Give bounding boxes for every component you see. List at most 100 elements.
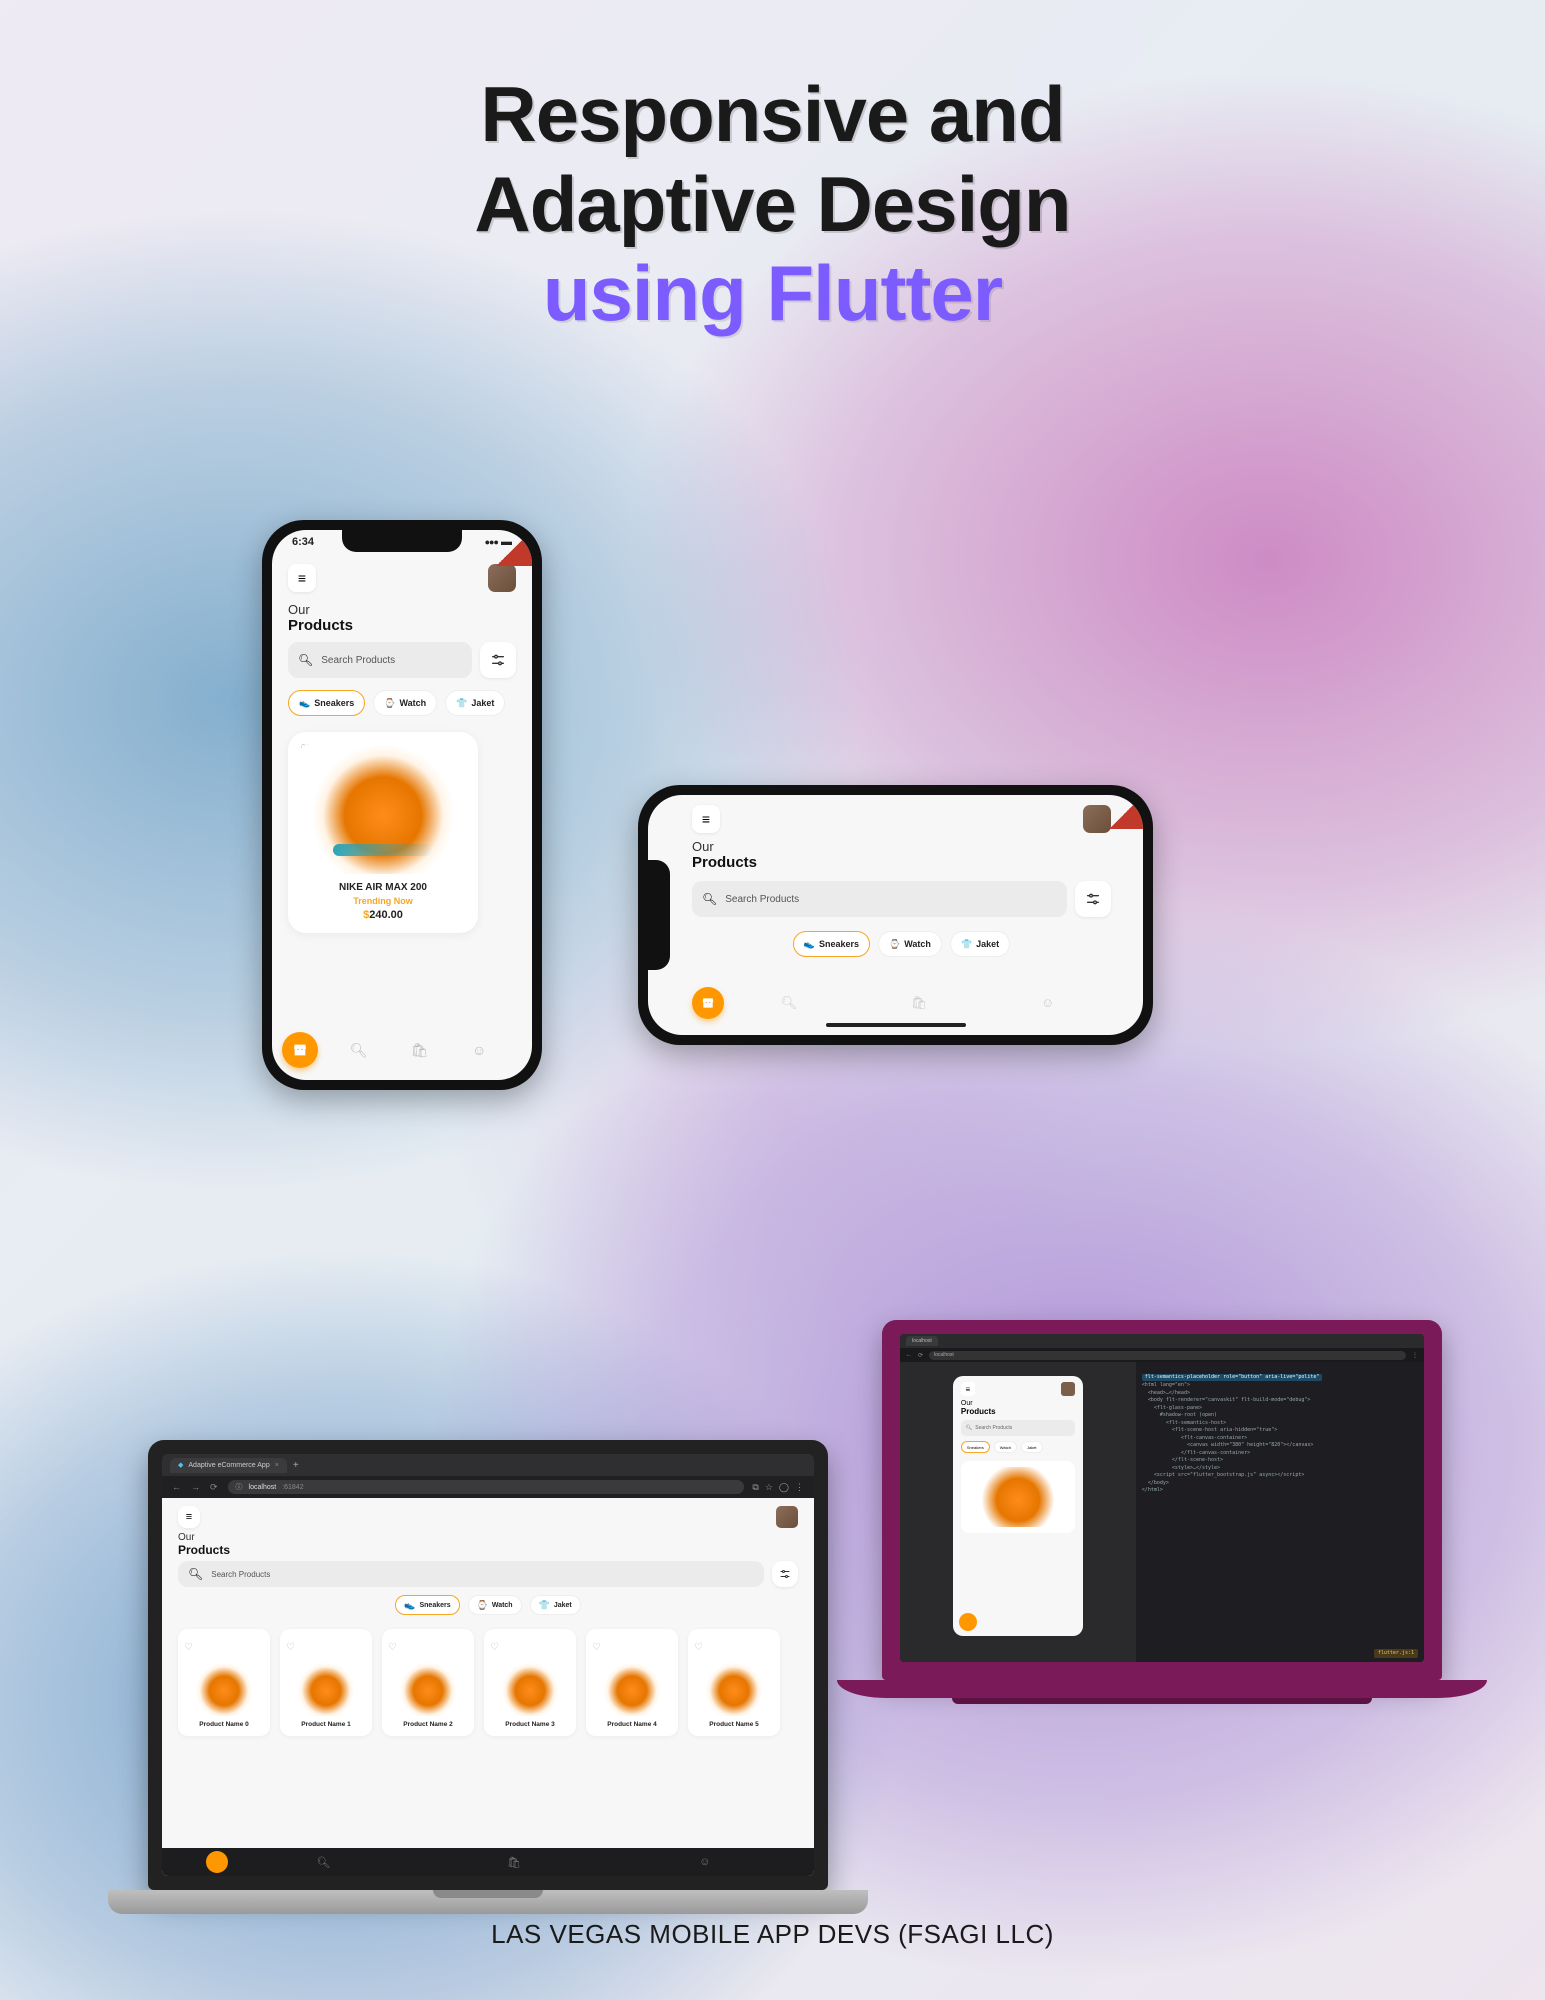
search-input[interactable]: 🔍︎Search Products: [961, 1420, 1075, 1436]
heading-bold: Products: [288, 617, 516, 634]
chip-watch[interactable]: Watch: [994, 1441, 1017, 1453]
watch-icon: ⌚: [384, 698, 395, 709]
more-icon[interactable]: ⋮: [1412, 1352, 1418, 1359]
heading-bold: Products: [178, 1543, 798, 1557]
reload-icon[interactable]: ⟳: [210, 1482, 220, 1493]
product-card[interactable]: [961, 1461, 1075, 1533]
phone-landscape-mockup: ≡ Our Products 🔍︎ Search Products 👟Sneak…: [638, 785, 1153, 1045]
chip-sneakers[interactable]: Sneakers: [961, 1441, 990, 1453]
home-fab[interactable]: [692, 987, 724, 1019]
bottom-navigation: 🔍︎ 🛍︎ ☺: [162, 1848, 814, 1876]
grid-card[interactable]: ♡Product Name 4: [586, 1629, 678, 1736]
filter-button[interactable]: [480, 642, 516, 678]
chip-watch[interactable]: ⌚Watch: [373, 690, 437, 716]
grid-card[interactable]: ♡Product Name 0: [178, 1629, 270, 1736]
product-image: [604, 1660, 660, 1716]
browser-tab[interactable]: localhost: [906, 1336, 938, 1346]
chip-jacket[interactable]: 👕Jaket: [445, 690, 505, 716]
bottom-navigation: 🔍︎ 🛍︎ ☺: [282, 1030, 518, 1070]
nav-profile-icon[interactable]: ☺: [472, 1042, 486, 1059]
heading-light: Our: [178, 1532, 798, 1543]
menu-button[interactable]: ≡: [178, 1506, 200, 1528]
chip-watch[interactable]: ⌚Watch: [878, 931, 942, 957]
storefront-icon: [292, 1042, 308, 1058]
search-icon: 🔍︎: [702, 892, 717, 906]
home-indicator: [826, 1023, 966, 1027]
heart-icon[interactable]: ♡: [184, 1642, 193, 1653]
phone-notch: [648, 860, 670, 970]
grid-card[interactable]: ♡Product Name 2: [382, 1629, 474, 1736]
avatar[interactable]: [1083, 805, 1111, 833]
search-input[interactable]: 🔍︎ Search Products: [288, 642, 472, 678]
more-icon[interactable]: ⋮: [795, 1482, 804, 1493]
url-field[interactable]: localhost: [929, 1351, 1406, 1360]
browser-address-bar: ← ⟳ localhost ⋮: [900, 1348, 1424, 1362]
product-card[interactable]: ♡ NIKE AIR MAX 200 Trending Now $240.00: [288, 732, 478, 933]
chip-sneakers[interactable]: 👟Sneakers: [793, 931, 870, 957]
product-image: [196, 1660, 252, 1716]
nav-cart-icon[interactable]: 🛍︎: [411, 1042, 429, 1059]
chip-sneakers[interactable]: 👟Sneakers: [395, 1595, 459, 1615]
nav-search-icon[interactable]: 🔍︎: [228, 1856, 419, 1869]
menu-button[interactable]: ≡: [692, 805, 720, 833]
title-line-2: Adaptive Design: [0, 160, 1545, 250]
nav-back-icon[interactable]: ←: [172, 1482, 183, 1492]
grid-card[interactable]: ♡Product Name 5: [688, 1629, 780, 1736]
profile-icon[interactable]: ◯: [779, 1482, 789, 1493]
avatar[interactable]: [488, 564, 516, 592]
url-field[interactable]: ⓘ localhost:61842: [228, 1480, 745, 1494]
nav-profile-icon[interactable]: ☺: [1041, 995, 1054, 1011]
home-fab[interactable]: [959, 1613, 977, 1631]
nav-cart-icon[interactable]: 🛍︎: [419, 1856, 610, 1869]
heart-icon[interactable]: ♡: [592, 1642, 601, 1653]
menu-button[interactable]: ≡: [288, 564, 316, 592]
extensions-icon[interactable]: ⧉: [752, 1482, 758, 1493]
grid-card[interactable]: ♡Product Name 1: [280, 1629, 372, 1736]
avatar[interactable]: [776, 1506, 798, 1528]
product-image: [502, 1660, 558, 1716]
chip-watch[interactable]: ⌚Watch: [468, 1595, 522, 1615]
heading-light: Our: [953, 1396, 1083, 1407]
heading-light: Our: [288, 602, 516, 617]
product-grid: ♡Product Name 0 ♡Product Name 1 ♡Product…: [162, 1623, 814, 1742]
phone-portrait-mockup: 6:34 ●●● ▬ ≡ Our Products 🔍︎ Search Prod…: [262, 520, 542, 1090]
nav-profile-icon[interactable]: ☺: [609, 1856, 800, 1868]
close-tab-icon[interactable]: ×: [275, 1462, 279, 1469]
search-input[interactable]: 🔍︎ Search Products: [692, 881, 1067, 917]
search-input[interactable]: 🔍︎ Search Products: [178, 1561, 764, 1587]
filter-button[interactable]: [772, 1561, 798, 1587]
nav-search-icon[interactable]: 🔍︎: [350, 1042, 368, 1059]
jacket-icon: 👕: [456, 698, 467, 709]
nav-cart-icon[interactable]: 🛍︎: [911, 995, 928, 1011]
chip-sneakers[interactable]: 👟Sneakers: [288, 690, 365, 716]
heart-icon[interactable]: ♡: [694, 1642, 703, 1653]
avatar[interactable]: [1061, 1382, 1075, 1396]
browser-tab-bar: localhost: [900, 1334, 1424, 1348]
chip-jacket[interactable]: 👕Jaket: [950, 931, 1010, 957]
nav-back-icon[interactable]: ←: [906, 1352, 912, 1358]
heart-icon[interactable]: ♡: [286, 1642, 295, 1653]
star-icon[interactable]: ☆: [765, 1482, 773, 1493]
nav-search-icon[interactable]: 🔍︎: [781, 995, 798, 1011]
filter-button[interactable]: [1075, 881, 1111, 917]
browser-tab[interactable]: ◆ Adaptive eCommerce App ×: [170, 1458, 287, 1473]
menu-button[interactable]: ≡: [961, 1382, 975, 1396]
preview-phone: ≡ Our Products 🔍︎Search Products Sneaker…: [953, 1376, 1083, 1636]
chip-jacket[interactable]: Jaket: [1021, 1441, 1043, 1453]
selected-element[interactable]: flt-semantics-placeholder role="button" …: [1142, 1374, 1323, 1382]
heart-icon[interactable]: ♡: [490, 1642, 499, 1653]
home-fab[interactable]: [206, 1851, 228, 1873]
chip-jacket[interactable]: 👕Jaket: [530, 1595, 581, 1615]
product-image: [298, 1660, 354, 1716]
heading-light: Our: [692, 839, 1111, 854]
home-fab[interactable]: [282, 1032, 318, 1068]
sliders-icon: [490, 652, 506, 668]
new-tab-button[interactable]: +: [293, 1460, 299, 1471]
heart-icon[interactable]: ♡: [388, 1642, 397, 1653]
product-price: $240.00: [300, 909, 466, 921]
reload-icon[interactable]: ⟳: [918, 1352, 923, 1359]
grid-card[interactable]: ♡Product Name 3: [484, 1629, 576, 1736]
nav-forward-icon[interactable]: →: [191, 1482, 202, 1492]
laptop-base: [837, 1680, 1487, 1698]
devtools-elements-panel[interactable]: flt-semantics-placeholder role="button" …: [1136, 1362, 1424, 1662]
